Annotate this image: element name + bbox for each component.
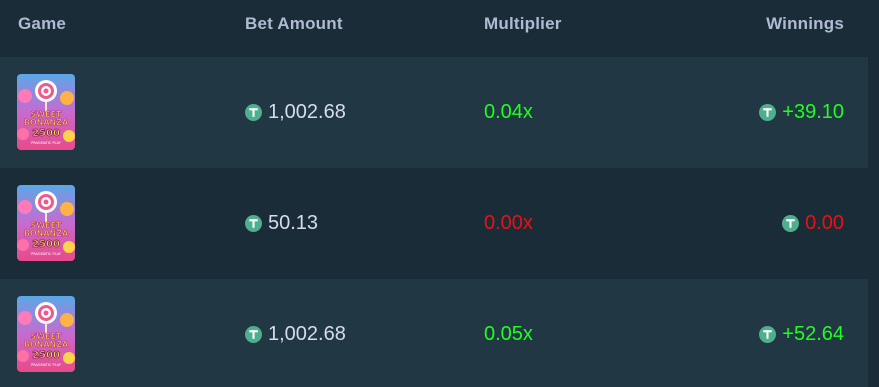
svg-text:2500: 2500 bbox=[32, 239, 60, 250]
usdt-coin-icon bbox=[245, 326, 262, 343]
usdt-coin-icon bbox=[245, 104, 262, 121]
svg-text:2500: 2500 bbox=[32, 350, 60, 361]
svg-text:BONANZA: BONANZA bbox=[24, 340, 69, 349]
winnings: +39.10 bbox=[759, 57, 844, 168]
bet-amount: 1,002.68 bbox=[245, 57, 346, 168]
header-bet-amount: Bet Amount bbox=[245, 14, 343, 33]
multiplier-value: 0.04x bbox=[484, 101, 533, 123]
winnings: +52.64 bbox=[759, 279, 844, 387]
winnings: 0.00 bbox=[782, 168, 844, 279]
table-row[interactable]: SWEET BONANZA 2500 PRAGMATIC PLAY 1,002.… bbox=[0, 279, 868, 387]
table-header: Game Bet Amount Multiplier Winnings bbox=[0, 0, 879, 50]
usdt-coin-icon bbox=[245, 215, 262, 232]
multiplier-value: 0.00x bbox=[484, 212, 533, 234]
bet-amount: 1,002.68 bbox=[245, 279, 346, 387]
svg-text:BONANZA: BONANZA bbox=[24, 229, 69, 238]
winnings-value: +39.10 bbox=[782, 101, 844, 123]
bet-value: 50.13 bbox=[268, 212, 319, 234]
usdt-coin-icon bbox=[759, 326, 777, 343]
bet-value: 1,002.68 bbox=[268, 323, 346, 345]
bet-value: 1,002.68 bbox=[268, 101, 346, 123]
table-row[interactable]: SWEET BONANZA 2500 PRAGMATIC PLAY 1,002.… bbox=[0, 57, 868, 168]
table-row[interactable]: SWEET BONANZA 2500 PRAGMATIC PLAY 50.13 … bbox=[0, 168, 868, 279]
svg-text:PRAGMATIC PLAY: PRAGMATIC PLAY bbox=[31, 141, 62, 145]
multiplier-value: 0.05x bbox=[484, 323, 533, 345]
winnings-value: 0.00 bbox=[805, 212, 844, 234]
sweet-bonanza-thumbnail: SWEET BONANZA 2500 PRAGMATIC PLAY bbox=[17, 185, 75, 261]
header-multiplier: Multiplier bbox=[484, 14, 562, 33]
sweet-bonanza-thumbnail: SWEET BONANZA 2500 PRAGMATIC PLAY bbox=[17, 296, 75, 372]
game-thumbnail[interactable]: SWEET BONANZA 2500 PRAGMATIC PLAY bbox=[17, 185, 75, 261]
header-winnings: Winnings bbox=[766, 14, 844, 33]
bets-table: Game Bet Amount Multiplier Winnings SWEE… bbox=[0, 0, 879, 387]
svg-text:PRAGMATIC PLAY: PRAGMATIC PLAY bbox=[31, 252, 62, 256]
svg-text:PRAGMATIC PLAY: PRAGMATIC PLAY bbox=[31, 363, 62, 367]
svg-text:BONANZA: BONANZA bbox=[24, 118, 69, 127]
bet-amount: 50.13 bbox=[245, 168, 318, 279]
usdt-coin-icon bbox=[782, 215, 800, 232]
game-thumbnail[interactable]: SWEET BONANZA 2500 PRAGMATIC PLAY bbox=[17, 74, 75, 150]
usdt-coin-icon bbox=[759, 104, 777, 121]
sweet-bonanza-thumbnail: SWEET BONANZA 2500 PRAGMATIC PLAY bbox=[17, 74, 75, 150]
header-game: Game bbox=[18, 14, 67, 33]
svg-text:2500: 2500 bbox=[32, 128, 60, 139]
winnings-value: +52.64 bbox=[782, 323, 844, 345]
game-thumbnail[interactable]: SWEET BONANZA 2500 PRAGMATIC PLAY bbox=[17, 296, 75, 372]
